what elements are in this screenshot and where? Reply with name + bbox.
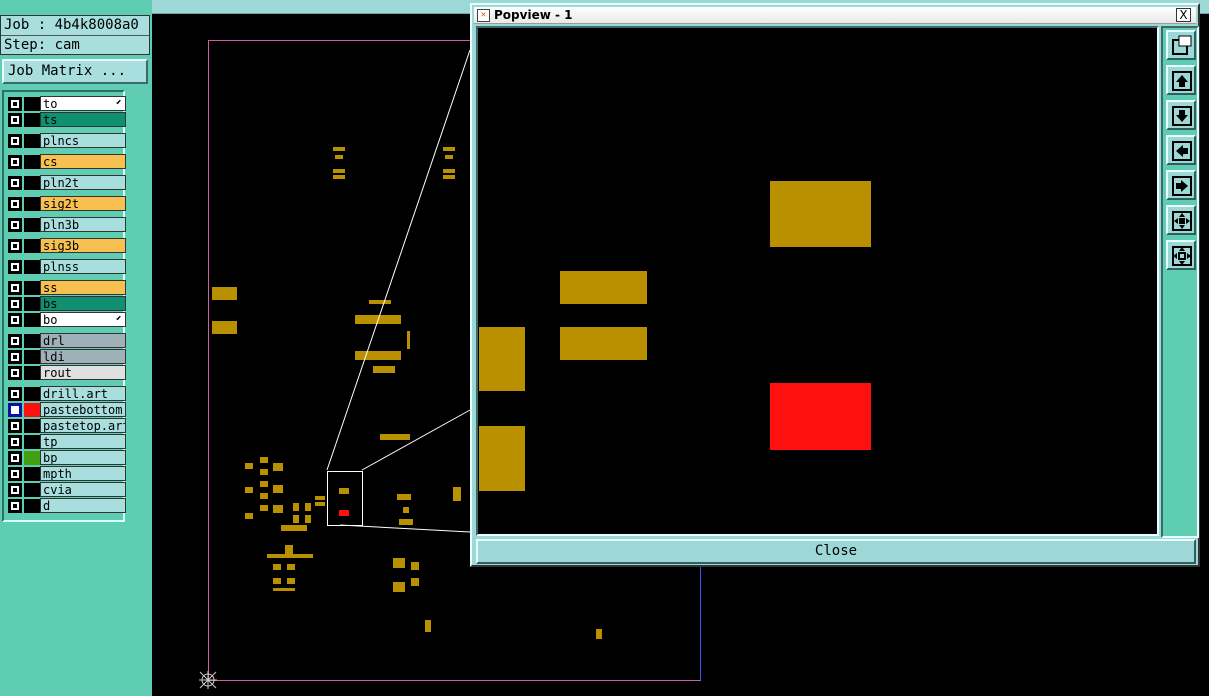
- pan-left-icon: [1172, 141, 1192, 161]
- popview-title: Popview - 1: [494, 8, 573, 22]
- app-window: Job : 4b4k8008a0 Step: cam Job Matrix ..…: [0, 0, 1209, 696]
- pad: [560, 327, 647, 360]
- close-button[interactable]: Close: [476, 539, 1196, 564]
- zoom-fit-button[interactable]: [1166, 240, 1196, 270]
- window-close-button[interactable]: X: [1176, 8, 1191, 22]
- x-window-icon: ✕: [477, 9, 490, 22]
- popview-canvas[interactable]: [476, 26, 1159, 536]
- pan-down-icon: [1172, 106, 1192, 126]
- pan-up-icon: [1172, 71, 1192, 91]
- zoom-fit-icon: [1172, 246, 1192, 266]
- popview-toolbar: [1161, 26, 1199, 538]
- pad: [479, 327, 525, 391]
- pan-down-button[interactable]: [1166, 100, 1196, 130]
- pan-right-icon: [1172, 176, 1192, 196]
- paste-pad-highlight: [770, 383, 871, 450]
- zoom-in-icon: [1172, 211, 1192, 231]
- pan-left-button[interactable]: [1166, 135, 1196, 165]
- popview-window: ✕ Popview - 1 X Close: [470, 3, 1200, 567]
- origin-marker-icon: [199, 671, 217, 689]
- zoom-window-icon: [1172, 35, 1192, 55]
- zoom-window-button[interactable]: [1166, 30, 1196, 60]
- pan-right-button[interactable]: [1166, 170, 1196, 200]
- popview-titlebar[interactable]: ✕ Popview - 1 X: [474, 7, 1196, 24]
- pad: [770, 181, 871, 247]
- pad: [479, 426, 525, 491]
- pan-up-button[interactable]: [1166, 65, 1196, 95]
- zoom-in-button[interactable]: [1166, 205, 1196, 235]
- pad: [560, 271, 647, 304]
